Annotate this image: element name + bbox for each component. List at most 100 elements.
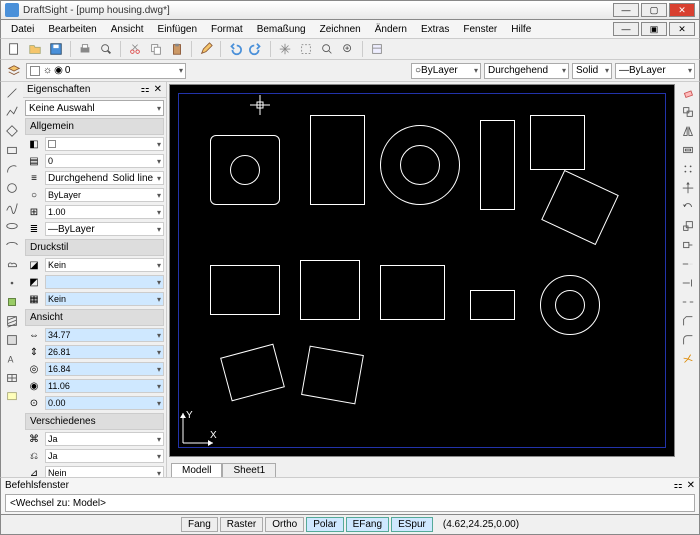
arc-tool[interactable] — [3, 160, 21, 178]
prop-print3[interactable]: Kein — [45, 292, 164, 306]
copy-button[interactable] — [147, 40, 165, 58]
point-tool[interactable] — [3, 274, 21, 292]
menu-format[interactable]: Format — [205, 23, 249, 36]
properties-button[interactable] — [368, 40, 386, 58]
doc-restore-button[interactable]: ▣ — [641, 22, 667, 36]
zoom-realtime-button[interactable] — [297, 40, 315, 58]
panel-close-icon[interactable]: ✕ — [154, 84, 162, 95]
prop-misc1[interactable]: Ja — [45, 432, 164, 446]
new-button[interactable] — [5, 40, 23, 58]
zoom-extents-button[interactable] — [339, 40, 357, 58]
prop-view2[interactable]: 26.81 — [45, 345, 164, 359]
trim-tool[interactable] — [679, 255, 697, 273]
status-polar[interactable]: Polar — [306, 517, 343, 532]
prop-misc2[interactable]: Ja — [45, 449, 164, 463]
menu-einfuegen[interactable]: Einfügen — [152, 23, 203, 36]
chamfer-tool[interactable] — [679, 312, 697, 330]
panel-pin-icon[interactable]: ⚏ — [141, 84, 150, 95]
circle-tool[interactable] — [3, 179, 21, 197]
command-pin-icon[interactable]: ⚏ — [674, 480, 683, 491]
tab-modell[interactable]: Modell — [171, 463, 222, 477]
ellipse-arc-tool[interactable] — [3, 236, 21, 254]
prop-view1[interactable]: 34.77 — [45, 328, 164, 342]
tab-sheet1[interactable]: Sheet1 — [222, 463, 276, 477]
prop-scale[interactable]: 1.00 — [45, 205, 164, 219]
line-tool[interactable] — [3, 84, 21, 102]
rotate-tool[interactable] — [679, 198, 697, 216]
drawing-canvas[interactable]: XY — [169, 84, 675, 457]
menu-zeichnen[interactable]: Zeichnen — [314, 23, 367, 36]
mirror-tool[interactable] — [679, 122, 697, 140]
table-tool[interactable] — [3, 369, 21, 387]
prop-view5[interactable]: 0.00 — [45, 396, 164, 410]
zoom-window-button[interactable] — [318, 40, 336, 58]
menu-bemassung[interactable]: Bemaßung — [251, 23, 312, 36]
stretch-tool[interactable] — [679, 236, 697, 254]
prop-color[interactable] — [45, 137, 164, 151]
selection-combo[interactable]: Keine Auswahl — [25, 100, 164, 116]
fillet-tool[interactable] — [679, 331, 697, 349]
status-espur[interactable]: ESpur — [391, 517, 433, 532]
prop-linestyle[interactable]: Durchgehend Solid line — [45, 171, 164, 185]
menu-aendern[interactable]: Ändern — [369, 23, 413, 36]
redo-button[interactable] — [247, 40, 265, 58]
prop-print2[interactable] — [45, 275, 164, 289]
status-raster[interactable]: Raster — [220, 517, 263, 532]
print-preview-button[interactable] — [97, 40, 115, 58]
prop-view4[interactable]: 11.06 — [45, 379, 164, 393]
lineweight-combo[interactable]: — ByLayer — [615, 63, 695, 79]
edit-button[interactable] — [197, 40, 215, 58]
rectangle-tool[interactable] — [3, 141, 21, 159]
prop-misc3[interactable]: Nein — [45, 466, 164, 477]
prop-print1[interactable]: Kein — [45, 258, 164, 272]
status-ortho[interactable]: Ortho — [265, 517, 304, 532]
polygon-tool[interactable] — [3, 122, 21, 140]
prop-bylayer[interactable]: ByLayer — [45, 188, 164, 202]
hatch-tool[interactable] — [3, 312, 21, 330]
pan-button[interactable] — [276, 40, 294, 58]
menu-fenster[interactable]: Fenster — [457, 23, 503, 36]
linestyle-combo[interactable]: Durchgehend — [484, 63, 569, 79]
layer-combo[interactable]: ☼◉ 0 — [26, 63, 186, 79]
prop-layer[interactable]: 0 — [45, 154, 164, 168]
explode-tool[interactable] — [679, 350, 697, 368]
doc-minimize-button[interactable]: — — [613, 22, 639, 36]
spline-tool[interactable] — [3, 198, 21, 216]
maximize-button[interactable]: ▢ — [641, 3, 667, 17]
doc-close-button[interactable]: ✕ — [669, 22, 695, 36]
menu-hilfe[interactable]: Hilfe — [505, 23, 537, 36]
menu-datei[interactable]: Datei — [5, 23, 40, 36]
open-button[interactable] — [26, 40, 44, 58]
undo-button[interactable] — [226, 40, 244, 58]
erase-tool[interactable] — [679, 84, 697, 102]
prop-view3[interactable]: 16.84 — [45, 362, 164, 376]
paste-button[interactable] — [168, 40, 186, 58]
solid-combo[interactable]: Solid — [572, 63, 612, 79]
offset-tool[interactable] — [679, 141, 697, 159]
command-close-icon[interactable]: ✕ — [687, 480, 695, 491]
command-input[interactable]: <Wechsel zu: Model> — [5, 494, 695, 512]
menu-extras[interactable]: Extras — [415, 23, 455, 36]
copy-tool[interactable] — [679, 103, 697, 121]
prop-lineweight[interactable]: — ByLayer — [45, 222, 164, 236]
status-efang[interactable]: EFang — [346, 517, 389, 532]
print-button[interactable] — [76, 40, 94, 58]
note-tool[interactable] — [3, 388, 21, 406]
polyline-tool[interactable] — [3, 103, 21, 121]
array-tool[interactable] — [679, 160, 697, 178]
extend-tool[interactable] — [679, 274, 697, 292]
save-button[interactable] — [47, 40, 65, 58]
text-tool[interactable]: A — [3, 350, 21, 368]
color-combo[interactable]: ○ ByLayer — [411, 63, 481, 79]
region-tool[interactable] — [3, 331, 21, 349]
scale-tool[interactable] — [679, 217, 697, 235]
cloud-tool[interactable] — [3, 255, 21, 273]
menu-bearbeiten[interactable]: Bearbeiten — [42, 23, 102, 36]
menu-ansicht[interactable]: Ansicht — [105, 23, 150, 36]
status-fang[interactable]: Fang — [181, 517, 218, 532]
close-button[interactable]: ✕ — [669, 3, 695, 17]
minimize-button[interactable]: — — [613, 3, 639, 17]
break-tool[interactable] — [679, 293, 697, 311]
move-tool[interactable] — [679, 179, 697, 197]
layer-manager-button[interactable] — [5, 62, 23, 80]
